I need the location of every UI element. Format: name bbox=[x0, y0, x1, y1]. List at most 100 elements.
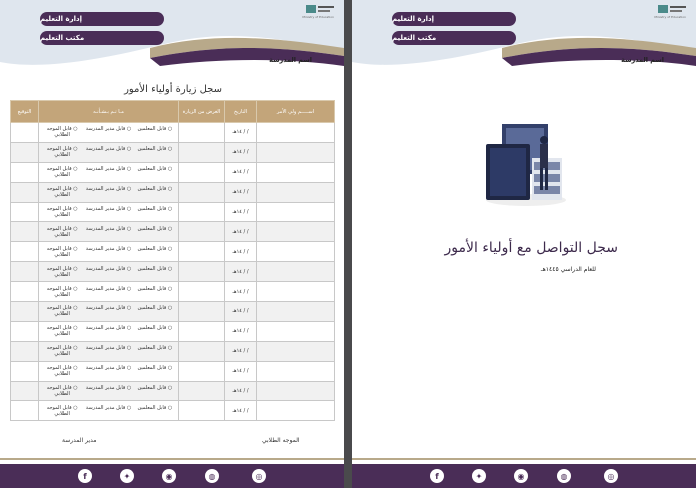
cell-purpose[interactable] bbox=[178, 380, 225, 402]
cell-date[interactable]: / / ١٤هـ bbox=[224, 261, 257, 283]
cell-guardian-name[interactable] bbox=[256, 181, 335, 203]
cell-action-taken[interactable]: ○ قابل المعلمين ○ قابل مدير المدرسة ○ قابل… bbox=[38, 181, 179, 203]
twitter-icon[interactable]: ✦ bbox=[120, 469, 134, 483]
website-icon[interactable]: ◍ bbox=[205, 469, 219, 483]
option-principal[interactable]: ○ قابل مدير المدرسة bbox=[85, 186, 131, 198]
option-counselor[interactable]: ○ قابل الموجه الطلابي bbox=[39, 365, 85, 377]
cell-signature[interactable] bbox=[10, 141, 39, 163]
option-counselor[interactable]: ○ قابل الموجه الطلابي bbox=[39, 345, 85, 357]
option-principal[interactable]: ○ قابل مدير المدرسة bbox=[85, 226, 131, 238]
option-counselor[interactable]: ○ قابل الموجه الطلابي bbox=[39, 166, 85, 178]
cell-signature[interactable] bbox=[10, 301, 39, 322]
cell-date[interactable]: / / ١٤هـ bbox=[224, 201, 257, 223]
cell-purpose[interactable] bbox=[178, 181, 225, 203]
cell-guardian-name[interactable] bbox=[256, 221, 335, 243]
snapchat-icon[interactable]: ◉ bbox=[514, 469, 528, 483]
option-principal[interactable]: ○ قابل مدير المدرسة bbox=[85, 405, 131, 417]
cell-signature[interactable] bbox=[10, 380, 39, 402]
cell-purpose[interactable] bbox=[178, 400, 225, 422]
option-counselor[interactable]: ○ قابل الموجه الطلابي bbox=[39, 226, 85, 238]
option-teachers[interactable]: ○ قابل المعلمين bbox=[132, 405, 178, 417]
cell-action-taken[interactable]: ○ قابل المعلمين ○ قابل مدير المدرسة ○ قابل… bbox=[38, 141, 179, 163]
cell-guardian-name[interactable] bbox=[256, 281, 335, 303]
facebook-icon[interactable]: f bbox=[78, 469, 92, 483]
cell-guardian-name[interactable] bbox=[256, 201, 335, 223]
cell-purpose[interactable] bbox=[178, 340, 225, 362]
option-principal[interactable]: ○ قابل مدير المدرسة bbox=[85, 126, 131, 138]
cell-guardian-name[interactable] bbox=[256, 122, 335, 143]
cell-purpose[interactable] bbox=[178, 261, 225, 283]
cell-date[interactable]: / / ١٤هـ bbox=[224, 122, 257, 143]
cell-action-taken[interactable]: ○ قابل المعلمين ○ قابل مدير المدرسة ○ قابل… bbox=[38, 340, 179, 362]
option-counselor[interactable]: ○ قابل الموجه الطلابي bbox=[39, 246, 85, 258]
cell-action-taken[interactable]: ○ قابل المعلمين ○ قابل مدير المدرسة ○ قابل… bbox=[38, 380, 179, 402]
cell-guardian-name[interactable] bbox=[256, 141, 335, 163]
cell-action-taken[interactable]: ○ قابل المعلمين ○ قابل مدير المدرسة ○ قابل… bbox=[38, 161, 179, 183]
option-principal[interactable]: ○ قابل مدير المدرسة bbox=[85, 305, 131, 317]
cell-action-taken[interactable]: ○ قابل المعلمين ○ قابل مدير المدرسة ○ قابل… bbox=[38, 261, 179, 283]
option-counselor[interactable]: ○ قابل الموجه الطلابي bbox=[39, 305, 85, 317]
option-counselor[interactable]: ○ قابل الموجه الطلابي bbox=[39, 146, 85, 158]
option-principal[interactable]: ○ قابل مدير المدرسة bbox=[85, 385, 131, 397]
option-teachers[interactable]: ○ قابل المعلمين bbox=[132, 365, 178, 377]
cell-guardian-name[interactable] bbox=[256, 340, 335, 362]
cell-signature[interactable] bbox=[10, 261, 39, 283]
option-principal[interactable]: ○ قابل مدير المدرسة bbox=[85, 146, 131, 158]
option-teachers[interactable]: ○ قابل المعلمين bbox=[132, 186, 178, 198]
cell-purpose[interactable] bbox=[178, 141, 225, 163]
option-teachers[interactable]: ○ قابل المعلمين bbox=[132, 146, 178, 158]
cell-guardian-name[interactable] bbox=[256, 241, 335, 263]
cell-action-taken[interactable]: ○ قابل المعلمين ○ قابل مدير المدرسة ○ قابل… bbox=[38, 400, 179, 422]
option-principal[interactable]: ○ قابل مدير المدرسة bbox=[85, 286, 131, 298]
option-principal[interactable]: ○ قابل مدير المدرسة bbox=[85, 345, 131, 357]
cell-date[interactable]: / / ١٤هـ bbox=[224, 320, 257, 342]
option-principal[interactable]: ○ قابل مدير المدرسة bbox=[85, 206, 131, 218]
option-teachers[interactable]: ○ قابل المعلمين bbox=[132, 206, 178, 218]
option-counselor[interactable]: ○ قابل الموجه الطلابي bbox=[39, 325, 85, 337]
cell-action-taken[interactable]: ○ قابل المعلمين ○ قابل مدير المدرسة ○ قابل… bbox=[38, 122, 179, 143]
cell-guardian-name[interactable] bbox=[256, 261, 335, 283]
option-teachers[interactable]: ○ قابل المعلمين bbox=[132, 286, 178, 298]
cell-purpose[interactable] bbox=[178, 360, 225, 382]
option-teachers[interactable]: ○ قابل المعلمين bbox=[132, 126, 178, 138]
cell-signature[interactable] bbox=[10, 122, 39, 143]
cell-signature[interactable] bbox=[10, 161, 39, 183]
option-teachers[interactable]: ○ قابل المعلمين bbox=[132, 226, 178, 238]
option-teachers[interactable]: ○ قابل المعلمين bbox=[132, 345, 178, 357]
cell-signature[interactable] bbox=[10, 241, 39, 263]
cell-guardian-name[interactable] bbox=[256, 400, 335, 422]
cell-date[interactable]: / / ١٤هـ bbox=[224, 301, 257, 322]
cell-signature[interactable] bbox=[10, 400, 39, 422]
cell-signature[interactable] bbox=[10, 181, 39, 203]
cell-action-taken[interactable]: ○ قابل المعلمين ○ قابل مدير المدرسة ○ قابل… bbox=[38, 281, 179, 303]
option-counselor[interactable]: ○ قابل الموجه الطلابي bbox=[39, 286, 85, 298]
option-teachers[interactable]: ○ قابل المعلمين bbox=[132, 385, 178, 397]
cell-guardian-name[interactable] bbox=[256, 161, 335, 183]
option-principal[interactable]: ○ قابل مدير المدرسة bbox=[85, 365, 131, 377]
cell-guardian-name[interactable] bbox=[256, 360, 335, 382]
option-counselor[interactable]: ○ قابل الموجه الطلابي bbox=[39, 385, 85, 397]
cell-signature[interactable] bbox=[10, 281, 39, 303]
instagram-icon[interactable]: ◎ bbox=[604, 469, 618, 483]
option-teachers[interactable]: ○ قابل المعلمين bbox=[132, 305, 178, 317]
option-teachers[interactable]: ○ قابل المعلمين bbox=[132, 325, 178, 337]
cell-signature[interactable] bbox=[10, 360, 39, 382]
cell-purpose[interactable] bbox=[178, 122, 225, 143]
cell-purpose[interactable] bbox=[178, 320, 225, 342]
cell-date[interactable]: / / ١٤هـ bbox=[224, 380, 257, 402]
facebook-icon[interactable]: f bbox=[430, 469, 444, 483]
cell-purpose[interactable] bbox=[178, 221, 225, 243]
cell-date[interactable]: / / ١٤هـ bbox=[224, 221, 257, 243]
cell-action-taken[interactable]: ○ قابل المعلمين ○ قابل مدير المدرسة ○ قابل… bbox=[38, 360, 179, 382]
cell-purpose[interactable] bbox=[178, 281, 225, 303]
twitter-icon[interactable]: ✦ bbox=[472, 469, 486, 483]
cell-date[interactable]: / / ١٤هـ bbox=[224, 360, 257, 382]
cell-date[interactable]: / / ١٤هـ bbox=[224, 340, 257, 362]
cell-purpose[interactable] bbox=[178, 161, 225, 183]
cell-date[interactable]: / / ١٤هـ bbox=[224, 281, 257, 303]
option-counselor[interactable]: ○ قابل الموجه الطلابي bbox=[39, 186, 85, 198]
cell-date[interactable]: / / ١٤هـ bbox=[224, 241, 257, 263]
cell-action-taken[interactable]: ○ قابل المعلمين ○ قابل مدير المدرسة ○ قابل… bbox=[38, 221, 179, 243]
option-principal[interactable]: ○ قابل مدير المدرسة bbox=[85, 266, 131, 278]
cell-date[interactable]: / / ١٤هـ bbox=[224, 141, 257, 163]
